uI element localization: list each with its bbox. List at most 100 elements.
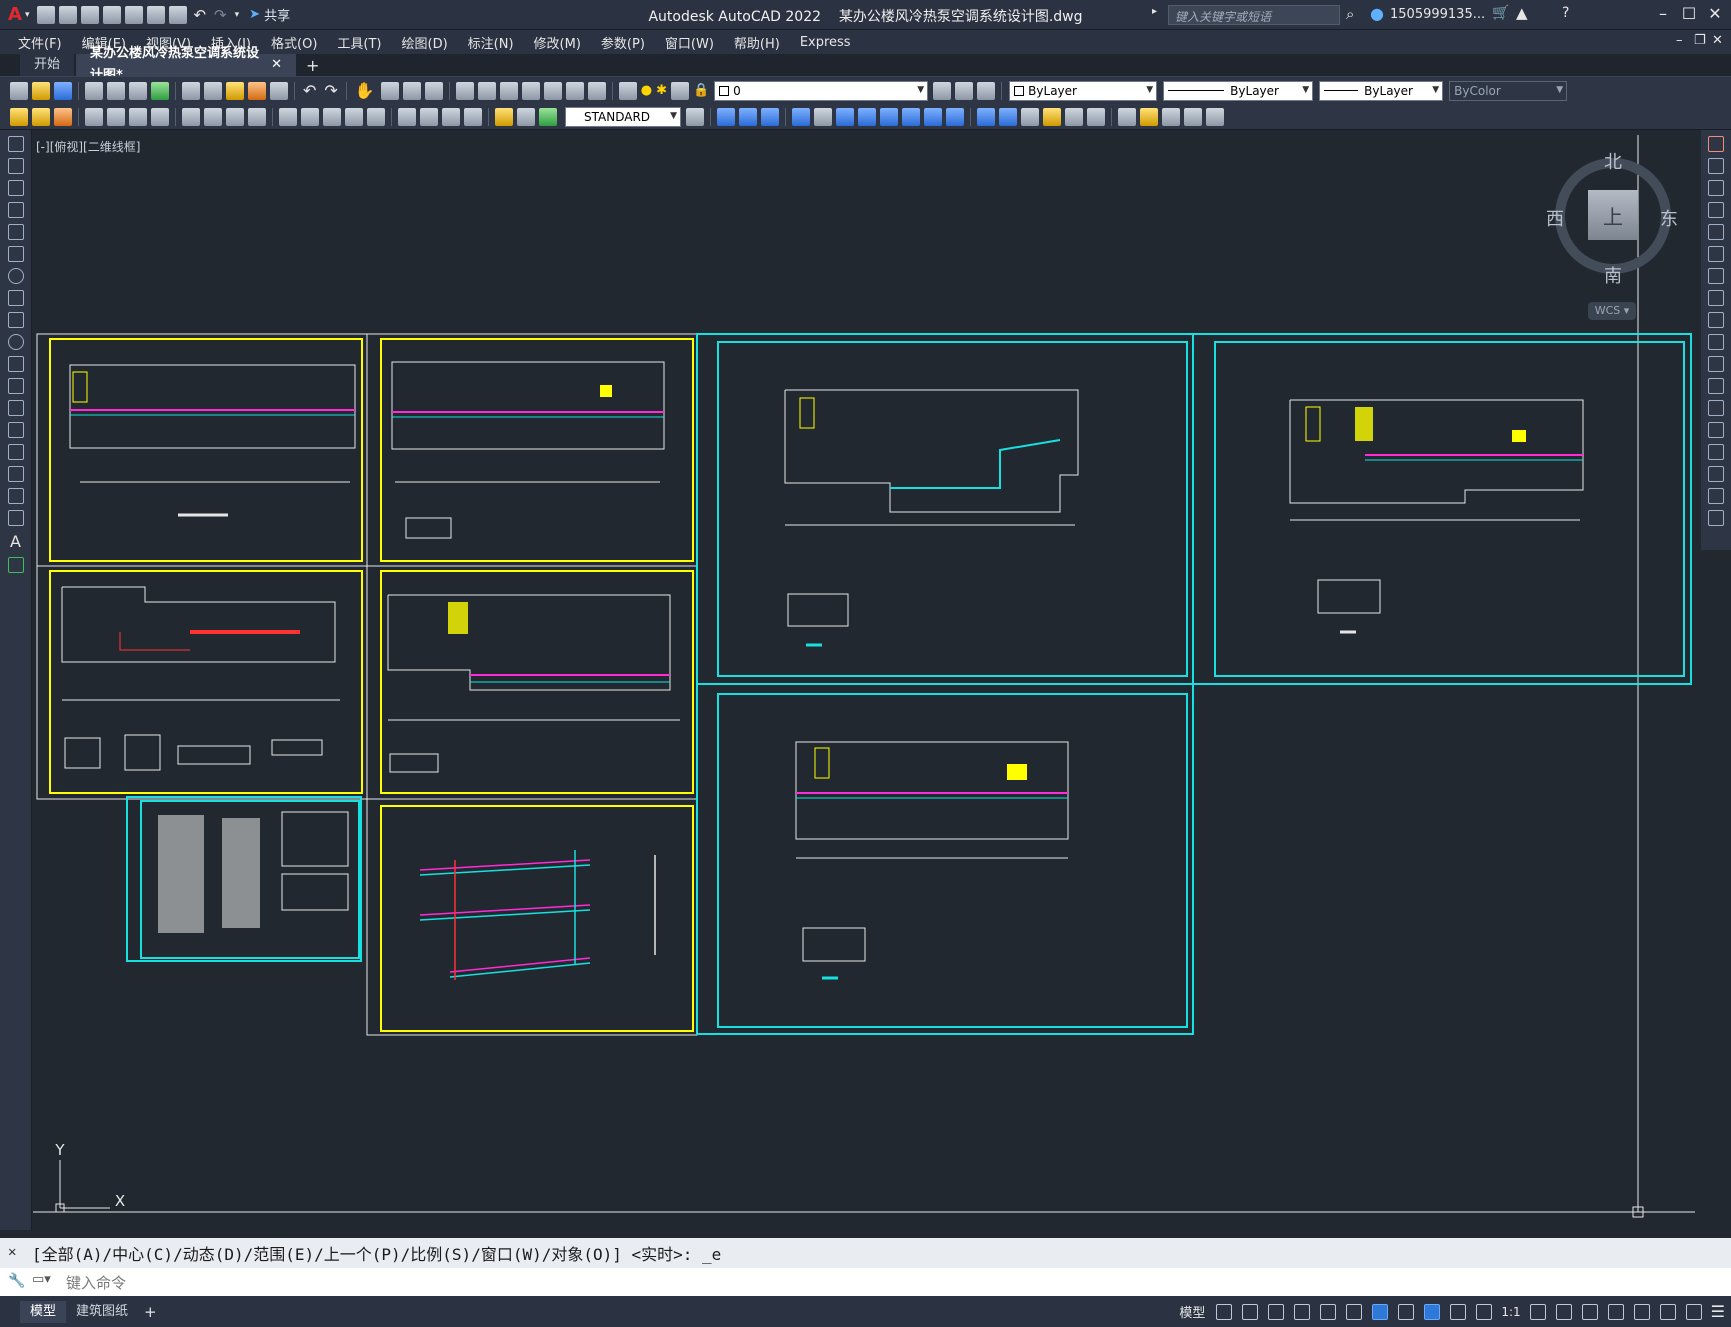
- viewcube-face[interactable]: 上: [1588, 190, 1638, 240]
- design-center-icon[interactable]: [477, 81, 496, 100]
- layer-freeze-icon[interactable]: ✱: [656, 83, 667, 98]
- web-open-icon[interactable]: [125, 5, 144, 24]
- copy-icon[interactable]: [1708, 158, 1724, 174]
- aligned-dim-icon[interactable]: [107, 107, 125, 126]
- polygon-icon[interactable]: [7, 202, 24, 218]
- ellipse-arc-icon[interactable]: [7, 356, 24, 372]
- doc-close-icon[interactable]: ✕: [1712, 33, 1723, 48]
- command-recent-icon[interactable]: ▭▾: [32, 1272, 51, 1287]
- command-line[interactable]: 🔧 ▭▾ 键入命令: [0, 1268, 1731, 1296]
- jogged-dim-icon[interactable]: [204, 107, 222, 126]
- erase-icon[interactable]: [1708, 136, 1724, 152]
- construction-line-icon[interactable]: [7, 158, 24, 174]
- zoom-window-icon[interactable]: [402, 81, 421, 100]
- dim-update-icon[interactable]: [32, 107, 50, 126]
- add-layout-icon[interactable]: +: [144, 1303, 157, 1321]
- modify-join-icon[interactable]: [977, 107, 995, 126]
- make-current-layer-icon[interactable]: [933, 81, 952, 100]
- isolate-objects-icon[interactable]: [1633, 1303, 1650, 1320]
- redo-icon[interactable]: ↷: [324, 81, 337, 100]
- viewport-controls-label[interactable]: [-][俯视][二维线框]: [36, 138, 140, 155]
- zoom-previous-icon[interactable]: [424, 81, 443, 100]
- wcs-menu-button[interactable]: WCS ▾: [1588, 302, 1636, 320]
- modify-chamfer-icon[interactable]: [999, 107, 1017, 126]
- hatch-icon[interactable]: [7, 444, 24, 460]
- menu-format[interactable]: 格式(O): [261, 33, 327, 52]
- revision-cloud-icon[interactable]: [7, 290, 24, 306]
- menu-window[interactable]: 窗口(W): [655, 33, 724, 52]
- modify-stretch-icon[interactable]: [880, 107, 898, 126]
- angular-dim-icon[interactable]: [248, 107, 266, 126]
- dim-text-edit-icon[interactable]: [517, 107, 535, 126]
- spline-icon[interactable]: [7, 312, 24, 328]
- region-icon[interactable]: [7, 488, 24, 504]
- menu-tools[interactable]: 工具(T): [327, 33, 391, 52]
- object-snap-icon[interactable]: [1372, 1303, 1389, 1320]
- compass-east-label[interactable]: 东: [1660, 205, 1678, 231]
- clean-screen-icon[interactable]: [1685, 1303, 1702, 1320]
- modify-copy-icon[interactable]: [717, 107, 735, 126]
- color-dropdown[interactable]: ByLayer ▼: [1009, 80, 1158, 101]
- model-space-label[interactable]: 模型: [1179, 1302, 1205, 1321]
- plot-icon[interactable]: [169, 5, 188, 24]
- doc-restore-icon[interactable]: ❐: [1694, 33, 1706, 48]
- join-icon[interactable]: [1708, 422, 1724, 438]
- center-mark-icon[interactable]: [420, 107, 438, 126]
- polar-icon[interactable]: [1294, 1303, 1311, 1320]
- menu-parametric[interactable]: 参数(P): [591, 33, 655, 52]
- dim-edit-icon[interactable]: [495, 107, 513, 126]
- fillet-icon[interactable]: [1708, 466, 1724, 482]
- save-icon[interactable]: [81, 5, 100, 24]
- calculator-icon[interactable]: [565, 81, 584, 100]
- layer-dropdown[interactable]: 0 ▼: [714, 80, 929, 101]
- user-name[interactable]: 1505999135...: [1390, 7, 1485, 22]
- layer-on-icon[interactable]: ●: [641, 83, 652, 98]
- layer-lock-icon[interactable]: 🔒: [693, 83, 709, 98]
- arc-icon[interactable]: [7, 246, 24, 262]
- autocad-logo-icon[interactable]: A: [8, 4, 22, 25]
- scale-icon[interactable]: [1708, 290, 1724, 306]
- save-icon[interactable]: [54, 81, 72, 100]
- layer-properties-icon[interactable]: [618, 81, 637, 100]
- radius-dim-icon[interactable]: [182, 107, 200, 126]
- polyline-icon[interactable]: [7, 180, 24, 196]
- modify-move-icon[interactable]: [814, 107, 832, 126]
- tab-close-icon[interactable]: ✕: [271, 54, 282, 76]
- edit-group-icon[interactable]: [1184, 107, 1202, 126]
- multiline-text-icon[interactable]: A: [0, 532, 31, 551]
- publish-icon[interactable]: [129, 81, 147, 100]
- menu-dimension[interactable]: 标注(N): [458, 33, 524, 52]
- new-icon[interactable]: [37, 5, 56, 24]
- inspect-icon[interactable]: [442, 107, 460, 126]
- minimize-button[interactable]: –: [1652, 4, 1674, 23]
- insert-block-icon[interactable]: [7, 378, 24, 394]
- save-as-icon[interactable]: [103, 5, 122, 24]
- extend-icon[interactable]: [1708, 356, 1724, 372]
- baseline-dim-icon[interactable]: [301, 107, 319, 126]
- modify-scale-icon[interactable]: [858, 107, 876, 126]
- chamfer-icon[interactable]: [1708, 444, 1724, 460]
- trim-icon[interactable]: [1708, 334, 1724, 350]
- group-icon[interactable]: [1140, 107, 1158, 126]
- search-expand-icon[interactable]: ▸: [1152, 6, 1157, 17]
- gradient-icon[interactable]: [7, 466, 24, 482]
- workspace-gear-icon[interactable]: [1529, 1303, 1546, 1320]
- close-button[interactable]: ✕: [1704, 4, 1726, 23]
- rotate-icon[interactable]: [1708, 268, 1724, 284]
- hardware-acceleration-icon[interactable]: [1659, 1303, 1676, 1320]
- modify-erase-icon[interactable]: [1065, 107, 1083, 126]
- menu-draw[interactable]: 绘图(D): [392, 33, 458, 52]
- table-icon[interactable]: [7, 510, 24, 526]
- match-properties-icon[interactable]: [248, 81, 266, 100]
- modify-extend-icon[interactable]: [924, 107, 942, 126]
- zoom-realtime-icon[interactable]: [380, 81, 399, 100]
- continue-dim-icon[interactable]: [323, 107, 341, 126]
- circle-icon[interactable]: [7, 268, 24, 284]
- quick-properties-icon[interactable]: [1607, 1303, 1624, 1320]
- object-snap-tracking-icon[interactable]: [1346, 1303, 1363, 1320]
- isodraft-icon[interactable]: [1320, 1303, 1337, 1320]
- menu-file[interactable]: 文件(F): [8, 33, 72, 52]
- web-save-icon[interactable]: [147, 5, 166, 24]
- array-icon[interactable]: [1708, 224, 1724, 240]
- viewcube[interactable]: 上 北 南 东 西 WCS ▾: [1546, 150, 1678, 320]
